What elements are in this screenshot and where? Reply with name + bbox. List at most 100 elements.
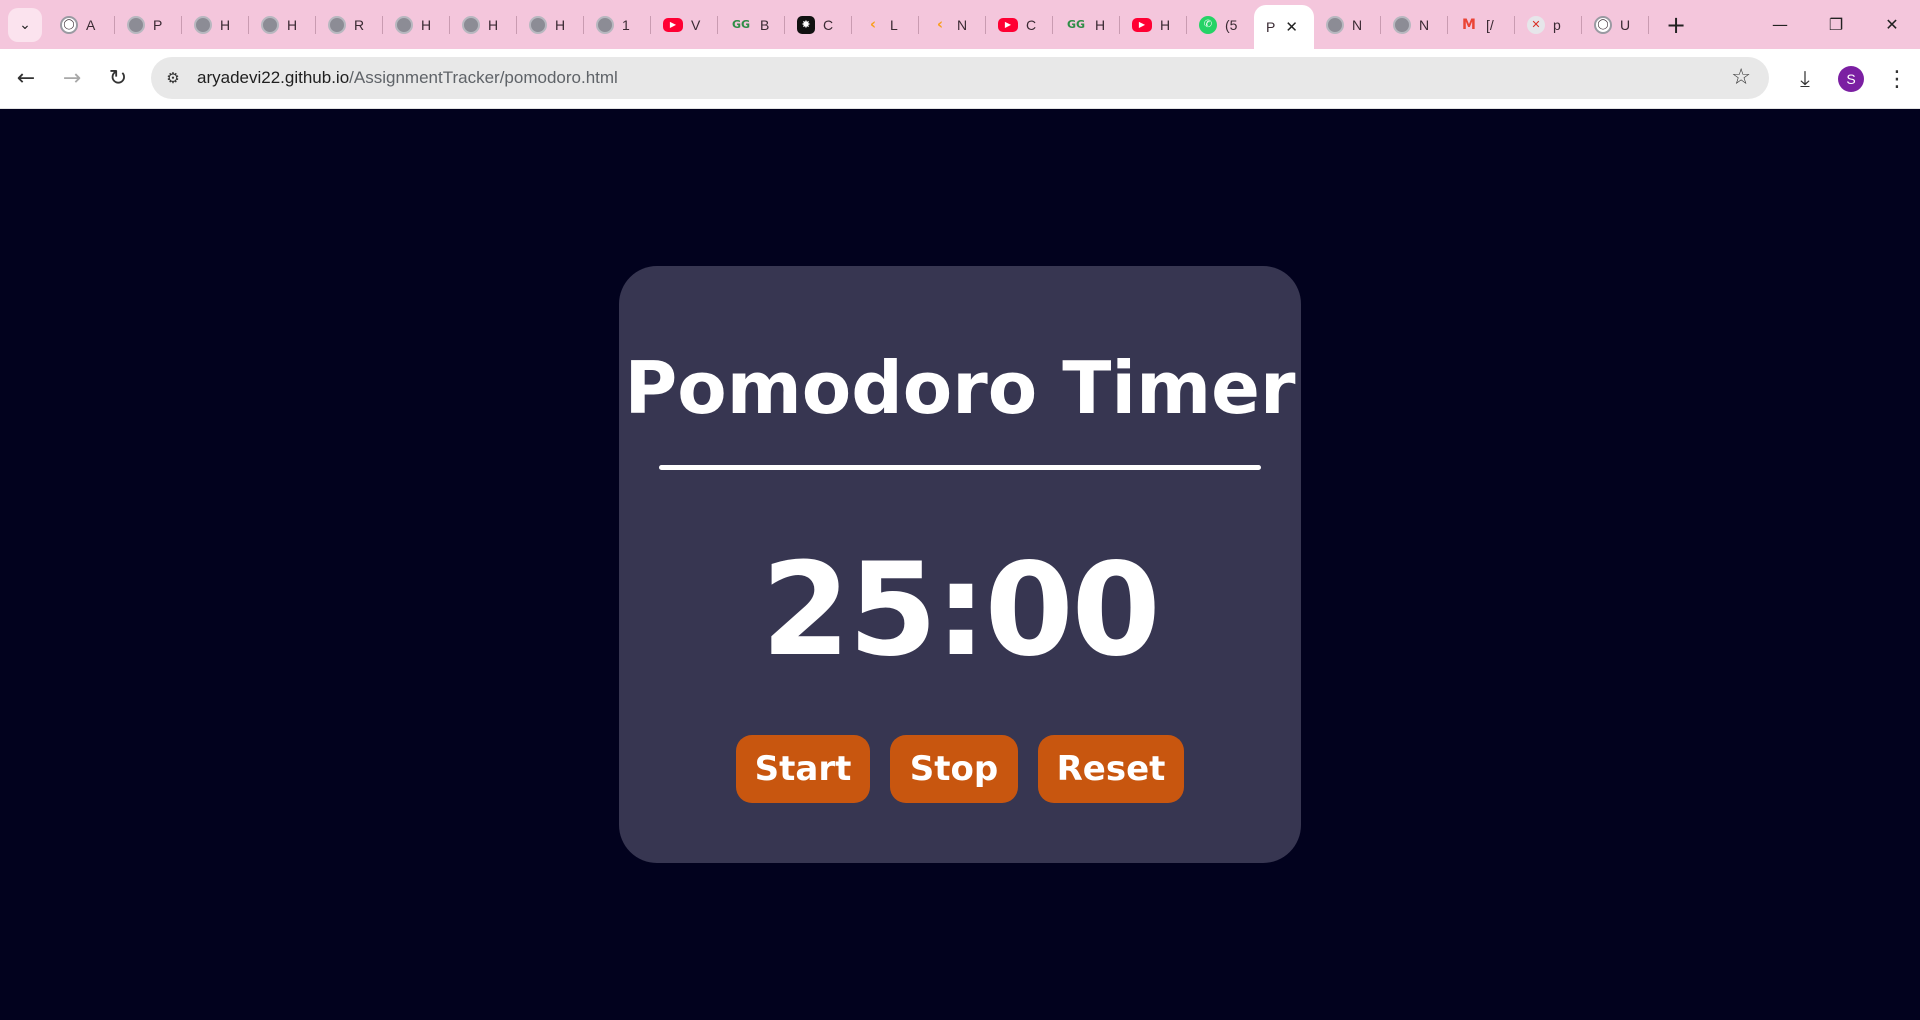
timer-display: 25:00	[761, 536, 1160, 685]
browser-tab-strip: ⌄ ◯ A P H H R H H H 1 ▶ V GG B ✸ C ‹ L ‹ N ▶ C GG H ▶ H ✆ (5 P ✕ N N M [/…	[0, 0, 1920, 49]
stop-button[interactable]: Stop	[890, 735, 1018, 803]
minimize-icon: —	[1772, 15, 1788, 34]
restore-button[interactable]: ❐	[1808, 0, 1864, 49]
globe-icon	[596, 15, 614, 34]
back-button[interactable]: ←	[6, 59, 46, 99]
tab-label: (5	[1225, 16, 1238, 33]
arrow-right-icon: →	[62, 66, 82, 91]
globe-icon	[529, 15, 547, 34]
bookmark-star-icon[interactable]: ☆	[1731, 65, 1751, 90]
reload-button[interactable]: ↻	[98, 59, 138, 99]
browser-tab[interactable]: H	[450, 0, 517, 49]
github-icon: ◯	[1594, 15, 1612, 34]
tab-label: 1	[622, 16, 630, 33]
browser-tab[interactable]: ▶ V	[651, 0, 718, 49]
leetcode-icon: ‹	[936, 15, 944, 33]
menu-button[interactable]: ⋮	[1874, 56, 1920, 102]
tab-label: H	[220, 16, 231, 33]
address-bar[interactable]: ⚙ aryadevi22.github.io/AssignmentTracker…	[151, 57, 1769, 99]
browser-tab[interactable]: R	[316, 0, 383, 49]
browser-tab[interactable]: N	[1314, 0, 1381, 49]
url-text[interactable]: aryadevi22.github.io/AssignmentTracker/p…	[197, 68, 618, 88]
tab-list: ◯ A P H H R H H H 1 ▶ V GG B ✸ C ‹ L ‹ N ▶ C GG H ▶ H ✆ (5 P ✕ N N M [/✕ p…	[48, 0, 1649, 49]
youtube-icon: ▶	[1132, 17, 1152, 32]
tab-label: R	[354, 16, 365, 33]
globe-icon	[1326, 15, 1344, 34]
new-tab-button[interactable]: +	[1659, 8, 1693, 42]
browser-tab[interactable]: ✕ p	[1515, 0, 1582, 49]
tab-label: V	[691, 16, 701, 33]
chatgpt-icon: ✸	[797, 15, 815, 34]
error-icon: ✕	[1527, 15, 1545, 34]
restore-icon: ❐	[1828, 15, 1844, 34]
browser-tab[interactable]: P	[115, 0, 182, 49]
profile-button[interactable]: S	[1828, 56, 1874, 102]
browser-tab[interactable]: M [/	[1448, 0, 1515, 49]
page-title: Pomodoro Timer	[624, 346, 1296, 430]
browser-tab[interactable]: H	[182, 0, 249, 49]
close-tab-icon[interactable]: ✕	[1285, 18, 1298, 36]
globe-icon	[261, 15, 279, 34]
pomodoro-card: Pomodoro Timer 25:00 Start Stop Reset	[619, 266, 1301, 863]
tab-label: P	[1266, 19, 1276, 35]
globe-icon	[1393, 15, 1411, 34]
browser-tab[interactable]: GG B	[718, 0, 785, 49]
browser-tab[interactable]: ✆ (5	[1187, 0, 1254, 49]
start-button[interactable]: Start	[736, 735, 870, 803]
tab-label: H	[287, 16, 298, 33]
tab-label: A	[86, 16, 96, 33]
toolbar-right: ⤓ S ⋮	[1782, 49, 1920, 109]
browser-tab[interactable]: H	[249, 0, 316, 49]
browser-tab[interactable]: ▶ H	[1120, 0, 1187, 49]
browser-tab[interactable]: ‹ N	[919, 0, 986, 49]
tab-label: L	[890, 16, 898, 33]
globe-icon	[395, 15, 413, 34]
tab-label: p	[1553, 16, 1561, 33]
browser-tab[interactable]: H	[517, 0, 584, 49]
url-path: /AssignmentTracker/pomodoro.html	[349, 68, 618, 87]
browser-tab[interactable]: ◯ U	[1582, 0, 1649, 49]
tab-label: C	[1026, 16, 1037, 33]
minimize-button[interactable]: —	[1752, 0, 1808, 49]
title-divider	[659, 465, 1261, 470]
geeksforgeeks-icon: GG	[731, 18, 751, 31]
downloads-button[interactable]: ⤓	[1782, 56, 1828, 102]
url-host: aryadevi22.github.io	[197, 68, 350, 87]
tab-label: B	[760, 16, 770, 33]
browser-tab[interactable]: P ✕	[1254, 5, 1314, 49]
tab-label: N	[1352, 16, 1363, 33]
browser-tab[interactable]: N	[1381, 0, 1448, 49]
browser-tab[interactable]: ◯ A	[48, 0, 115, 49]
tab-label: N	[957, 16, 968, 33]
tab-label: C	[823, 16, 834, 33]
close-window-button[interactable]: ✕	[1864, 0, 1920, 49]
forward-button[interactable]: →	[52, 59, 92, 99]
site-info-button[interactable]: ⚙	[157, 62, 189, 94]
more-vertical-icon: ⋮	[1886, 66, 1908, 92]
browser-tab[interactable]: ✸ C	[785, 0, 852, 49]
tab-label: H	[488, 16, 499, 33]
tab-label: H	[555, 16, 566, 33]
globe-icon	[127, 15, 145, 34]
youtube-icon: ▶	[663, 17, 683, 32]
close-icon: ✕	[1885, 15, 1899, 34]
browser-tab[interactable]: ▶ C	[986, 0, 1053, 49]
tab-label: P	[153, 16, 163, 33]
leetcode-icon: ‹	[869, 15, 877, 33]
reset-button[interactable]: Reset	[1038, 735, 1184, 803]
globe-icon	[194, 15, 212, 34]
reload-icon: ↻	[108, 66, 128, 91]
tab-label: H	[1160, 16, 1171, 33]
globe-icon	[328, 15, 346, 34]
whatsapp-icon: ✆	[1199, 15, 1217, 34]
tab-label: H	[1095, 16, 1106, 33]
tab-search-button[interactable]: ⌄	[8, 7, 42, 42]
tab-label: N	[1419, 16, 1430, 33]
browser-tab[interactable]: ‹ L	[852, 0, 919, 49]
browser-tab[interactable]: GG H	[1053, 0, 1120, 49]
globe-icon	[462, 15, 480, 34]
browser-tab[interactable]: 1	[584, 0, 651, 49]
github-icon: ◯	[60, 15, 78, 34]
browser-tab[interactable]: H	[383, 0, 450, 49]
browser-toolbar: ← → ↻ ⚙ aryadevi22.github.io/AssignmentT…	[0, 49, 1920, 109]
